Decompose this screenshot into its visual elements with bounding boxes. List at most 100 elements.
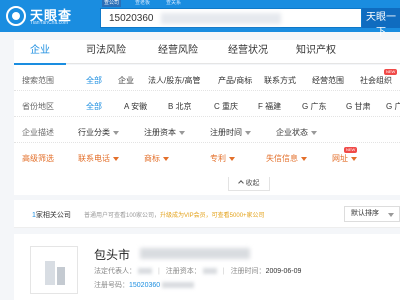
reg-capital-redacted (202, 268, 217, 275)
region-option-chongqing[interactable]: C 重庆 (214, 101, 238, 112)
chevron-down-icon (301, 156, 307, 161)
dropdown-label: 注册资本 (144, 128, 176, 137)
filter-label: 搜索范围 (22, 76, 54, 85)
vip-upgrade-link[interactable]: 升级成为VIP会员，可查看5000+家公司 (160, 213, 265, 219)
dropdown-label: 失信信息 (266, 154, 298, 163)
tab-company[interactable]: 企业 (14, 40, 66, 65)
legal-rep-label: 法定代表人： (94, 268, 136, 275)
company-info-line: 法定代表人： | 注册资本： | 注册时间：2009-06-09 (94, 266, 301, 276)
company-name[interactable]: 包头市 (94, 246, 130, 263)
chevron-down-icon (113, 156, 119, 161)
tab-ip[interactable]: 知识产权 (286, 40, 346, 64)
search-redacted-blur (161, 13, 281, 24)
range-option-all[interactable]: 全部 (86, 75, 102, 86)
company-result-card[interactable]: 包头市 法定代表人： | 注册资本： | 注册时间：2009-06-09 注册号码：… (14, 234, 400, 300)
search-tab-company[interactable]: 查公司 (102, 0, 122, 7)
company-name-redacted (140, 248, 250, 259)
region-option-guangxi[interactable]: G 广西 (386, 101, 400, 112)
new-badge: NEW (344, 147, 358, 153)
category-nav: 企业 司法风险 经营风险 经营状况 知识产权 (14, 40, 400, 65)
result-summary-bar: 1家相关公司 普通用户可查看100家公司，升级成为VIP会员，可查看5000+家… (14, 200, 400, 228)
search-tab-boss[interactable]: 查老板 (133, 0, 152, 7)
collapse-filters-button[interactable]: 收起 (228, 177, 270, 191)
chevron-down-icon (179, 130, 185, 135)
dropdown-label: 注册时间 (210, 128, 242, 137)
company-status-dropdown[interactable]: 企业状态 (276, 127, 317, 138)
logo-subtext: TianYanCha.com (30, 20, 69, 26)
search-type-tabs: 查公司 查老板 查关系 (102, 0, 183, 7)
vip-note-text: 普通用户可查看100家公司， (84, 213, 161, 219)
phone-dropdown[interactable]: 联系电话 (78, 153, 119, 164)
dropdown-label: 商标 (144, 154, 160, 163)
region-option-fujian[interactable]: F 福建 (258, 101, 281, 112)
legal-rep-redacted (138, 268, 152, 275)
chevron-down-icon (245, 130, 251, 135)
divider: | (222, 268, 225, 275)
region-option-all[interactable]: 全部 (86, 101, 102, 112)
filter-label: 高级筛选 (22, 154, 54, 163)
dropdown-label: 企业状态 (276, 128, 308, 137)
website-dropdown[interactable]: 网址 (332, 153, 357, 164)
range-option-product[interactable]: 产品/商标 (218, 75, 252, 86)
divider: | (158, 268, 160, 275)
new-badge: NEW (384, 69, 398, 75)
dishonest-info-dropdown[interactable]: 失信信息 (266, 153, 307, 164)
reg-capital-label: 注册资本： (165, 268, 201, 275)
range-option-scope[interactable]: 经营范围 (312, 75, 344, 86)
filter-row-search-range: 搜索范围 全部 企业 法人/股东/高管 产品/商标 联系方式 经营范围 社会组织… (14, 69, 400, 91)
chevron-down-icon (163, 156, 169, 161)
site-logo[interactable]: 天眼查 TianYanCha.com (6, 4, 86, 28)
tab-business-status[interactable]: 经营状况 (218, 40, 278, 64)
chevron-down-icon (311, 130, 317, 135)
region-option-beijing[interactable]: B 北京 (168, 101, 192, 112)
search-button[interactable]: 天眼一下 (362, 8, 400, 38)
reg-capital-dropdown[interactable]: 注册资本 (144, 127, 185, 138)
vip-note: 普通用户可查看100家公司，升级成为VIP会员，可查看5000+家公司 (84, 210, 265, 219)
sort-label: 默认排序 (351, 210, 379, 217)
chevron-down-icon (351, 156, 357, 161)
company-logo-placeholder (30, 246, 78, 294)
tab-judicial-risk[interactable]: 司法风险 (76, 40, 136, 64)
industry-dropdown[interactable]: 行业分类 (78, 127, 119, 138)
range-option-company[interactable]: 企业 (118, 75, 134, 86)
dropdown-label: 行业分类 (78, 128, 110, 137)
chevron-up-icon (237, 180, 244, 186)
tab-business-risk[interactable]: 经营风险 (148, 40, 208, 64)
range-option-contact[interactable]: 联系方式 (264, 75, 296, 86)
search-box (100, 8, 362, 28)
eye-logo-icon (6, 6, 26, 26)
chevron-down-icon (113, 130, 119, 135)
trademark-dropdown[interactable]: 商标 (144, 153, 169, 164)
filter-label: 企业描述 (22, 128, 54, 137)
filter-panel: 搜索范围 全部 企业 法人/股东/高管 产品/商标 联系方式 经营范围 社会组织… (14, 65, 400, 195)
reg-no-label: 注册号码： (94, 282, 129, 289)
reg-time-value: 2009-06-09 (265, 268, 302, 275)
building-icon-secondary (57, 267, 65, 285)
dropdown-label: 联系电话 (78, 154, 110, 163)
filter-label: 省份地区 (22, 102, 54, 111)
result-count: 1家相关公司 (32, 210, 71, 220)
filter-row-region: 省份地区 全部 A 安徽 B 北京 C 重庆 F 福建 G 广东 G 甘肃 G … (14, 95, 400, 117)
top-header: 天眼查 TianYanCha.com 查公司 查老板 查关系 天眼一下 (0, 0, 400, 38)
search-tab-relation[interactable]: 查关系 (164, 0, 183, 7)
chevron-down-icon (388, 213, 394, 217)
collapse-label: 收起 (245, 180, 260, 187)
company-regno-line: 注册号码：15020360 (94, 280, 196, 290)
chevron-down-icon (229, 156, 235, 161)
building-icon (45, 261, 55, 285)
patent-dropdown[interactable]: 专利 (210, 153, 235, 164)
reg-time-label: 注册时间： (230, 268, 266, 275)
region-option-anhui[interactable]: A 安徽 (124, 101, 147, 112)
dropdown-label: 专利 (210, 154, 226, 163)
region-option-gansu[interactable]: G 甘肃 (346, 101, 370, 112)
range-option-legal-rep[interactable]: 法人/股东/高管 (148, 75, 200, 86)
reg-no-value: 15020360 (129, 282, 161, 289)
reg-no-redacted (162, 282, 195, 289)
filter-row-company-desc: 企业描述 行业分类 注册资本 注册时间 企业状态 (14, 121, 400, 143)
sort-select[interactable]: 默认排序 (344, 206, 400, 222)
filter-row-advanced: 高级筛选 联系电话 商标 专利 失信信息 网址 NEW (14, 147, 400, 169)
range-option-social-org[interactable]: 社会组织 (360, 75, 392, 86)
dropdown-label: 网址 (332, 154, 348, 163)
reg-time-dropdown[interactable]: 注册时间 (210, 127, 251, 138)
region-option-guangdong[interactable]: G 广东 (302, 101, 326, 112)
